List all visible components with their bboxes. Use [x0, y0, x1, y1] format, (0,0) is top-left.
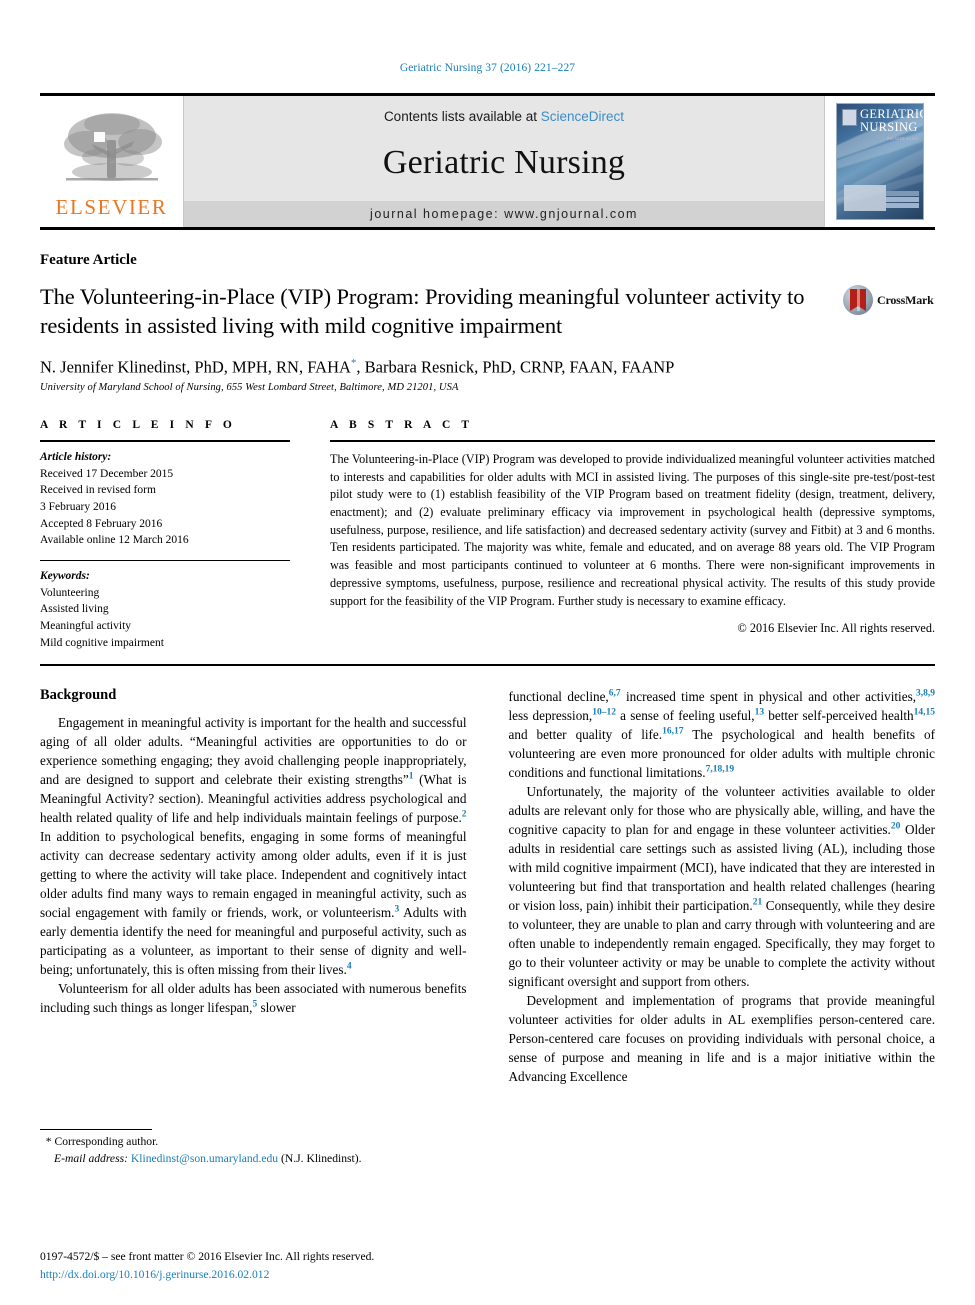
- crossmark-icon: [843, 285, 873, 315]
- abstract-text: The Volunteering-in-Place (VIP) Program …: [330, 452, 935, 608]
- history-line: Received 17 December 2015: [40, 467, 174, 480]
- article-history-label: Article history:: [40, 451, 112, 463]
- cover-subtitle: PREMIER AGING: [887, 137, 919, 141]
- email-label: E-mail address:: [54, 1151, 128, 1165]
- abstract-copyright: © 2016 Elsevier Inc. All rights reserved…: [737, 621, 935, 636]
- affiliation: University of Maryland School of Nursing…: [40, 382, 459, 393]
- body-paragraph: functional decline,6,7 increased time sp…: [508, 689, 936, 781]
- title-row: The Volunteering-in-Place (VIP) Program:…: [40, 282, 935, 341]
- body-paragraph: Unfortunately, the majority of the volun…: [508, 784, 936, 990]
- cover-title-line2: NURSING: [860, 119, 918, 134]
- crossmark-badge[interactable]: CrossMark: [843, 285, 935, 315]
- contents-prefix: Contents lists available at: [383, 109, 541, 124]
- reference-marker[interactable]: 14,15: [914, 708, 935, 718]
- corresponding-marker: *: [45, 1135, 52, 1149]
- abstract-column: A B S T R A C T The Volunteering-in-Plac…: [330, 419, 935, 651]
- body-column-left: Background Engagement in meaningful acti…: [40, 687, 467, 1167]
- journal-homepage-bar[interactable]: journal homepage: www.gnjournal.com: [184, 201, 824, 227]
- article-page: Geriatric Nursing 37 (2016) 221–227 ELSE…: [0, 0, 975, 1305]
- reference-marker[interactable]: 16,17: [662, 727, 683, 737]
- email-note: E-mail address: Klinedinst@son.umaryland…: [40, 1151, 467, 1167]
- history-line: Available online 12 March 2016: [40, 534, 189, 547]
- reference-marker[interactable]: 2: [462, 810, 467, 820]
- left-column-paragraphs: Engagement in meaningful activity is imp…: [40, 713, 467, 1017]
- journal-title: Geriatric Nursing: [382, 143, 626, 181]
- reference-marker[interactable]: 1: [409, 772, 414, 782]
- history-line: 3 February 2016: [40, 501, 117, 514]
- history-line: Received in revised form: [40, 484, 156, 497]
- body-paragraph: Volunteerism for all older adults has be…: [40, 981, 467, 1016]
- divider: [40, 560, 290, 562]
- cover-title: GERIATRIC NURSING: [860, 107, 924, 134]
- author-primary: N. Jennifer Klinedinst, PhD, MPH, RN, FA…: [40, 357, 351, 376]
- reference-marker[interactable]: 3: [394, 905, 399, 915]
- reference-marker[interactable]: 13: [755, 708, 765, 718]
- reference-marker[interactable]: 4: [347, 962, 352, 972]
- keyword-item: Meaningful activity: [40, 620, 132, 633]
- reference-marker[interactable]: 10–12: [592, 708, 616, 718]
- publisher-logo-cell: ELSEVIER: [40, 96, 183, 227]
- reference-marker[interactable]: 5: [252, 1000, 257, 1010]
- doi-link[interactable]: http://dx.doi.org/10.1016/j.gerinurse.20…: [40, 1266, 374, 1283]
- issn-line: 0197-4572/$ – see front matter © 2016 El…: [40, 1250, 375, 1264]
- article-history: Article history: Received 17 December 20…: [40, 449, 290, 549]
- section-heading-background: Background: [40, 687, 117, 704]
- article-info-heading: A R T I C L E I N F O: [40, 419, 236, 431]
- elsevier-logo: ELSEVIER: [52, 103, 172, 221]
- cover-title-line1: GERIATRIC: [860, 107, 924, 121]
- masthead-center: Contents lists available at ScienceDirec…: [183, 96, 825, 227]
- reference-marker[interactable]: 7,18,19: [706, 765, 735, 775]
- elsevier-wordmark: ELSEVIER: [55, 194, 168, 219]
- keywords-list: Keywords: Volunteering Assisted living M…: [40, 568, 290, 651]
- page-title: The Volunteering-in-Place (VIP) Program:…: [40, 284, 805, 339]
- article-info-column: A R T I C L E I N F O Article history: R…: [40, 419, 290, 651]
- author-secondary: , Barbara Resnick, PhD, CRNP, FAAN, FAAN…: [356, 357, 675, 376]
- reference-marker[interactable]: 3,8,9: [916, 689, 935, 699]
- corresponding-text: Corresponding author.: [54, 1135, 159, 1149]
- keyword-item: Volunteering: [40, 586, 100, 599]
- email-suffix: (N.J. Klinedinst).: [281, 1151, 362, 1165]
- author-list: N. Jennifer Klinedinst, PhD, MPH, RN, FA…: [40, 357, 935, 378]
- history-line: Accepted 8 February 2016: [40, 517, 163, 530]
- crossmark-label: CrossMark: [877, 292, 934, 307]
- body-column-right: functional decline,6,7 increased time sp…: [509, 687, 936, 1167]
- keywords-label: Keywords:: [40, 570, 90, 583]
- footnote-area: * Corresponding author. E-mail address: …: [40, 1129, 467, 1167]
- journal-cover-cell: GERIATRIC NURSING PREMIER AGING: [825, 96, 935, 227]
- body-columns: Background Engagement in meaningful acti…: [40, 687, 935, 1167]
- cover-publisher-mark: [842, 109, 857, 126]
- running-head: Geriatric Nursing 37 (2016) 221–227: [399, 62, 576, 74]
- abstract-heading: A B S T R A C T: [330, 419, 474, 431]
- reference-marker[interactable]: 20: [891, 822, 901, 832]
- cover-badge-group: [886, 191, 919, 211]
- divider: [40, 664, 935, 667]
- issn-doi-footer: 0197-4572/$ – see front matter © 2016 El…: [40, 1248, 374, 1283]
- body-paragraph: Engagement in meaningful activity is imp…: [40, 715, 467, 978]
- info-abstract-block: A R T I C L E I N F O Article history: R…: [40, 419, 935, 651]
- cover-abstract-panel: [844, 185, 886, 211]
- corresponding-author-note: * Corresponding author.: [40, 1134, 467, 1150]
- journal-cover-thumbnail: GERIATRIC NURSING PREMIER AGING: [836, 103, 924, 220]
- divider: [40, 440, 290, 442]
- divider: [330, 440, 935, 442]
- email-link[interactable]: Klinedinst@son.umaryland.edu: [131, 1152, 278, 1165]
- article-type-kicker: Feature Article: [40, 252, 137, 268]
- contents-lists-line: Contents lists available at ScienceDirec…: [384, 109, 624, 124]
- keyword-item: Assisted living: [40, 603, 109, 616]
- keyword-item: Mild cognitive impairment: [40, 636, 164, 649]
- reference-marker[interactable]: 6,7: [609, 689, 621, 699]
- reference-marker[interactable]: 21: [753, 898, 763, 908]
- right-column-paragraphs: functional decline,6,7 increased time sp…: [509, 687, 936, 1086]
- journal-masthead: ELSEVIER Contents lists available at Sci…: [40, 93, 935, 230]
- footnote-rule: [40, 1129, 152, 1131]
- body-paragraph: Development and implementation of progra…: [508, 993, 936, 1085]
- elsevier-tree-icon: [58, 110, 166, 196]
- sciencedirect-link[interactable]: ScienceDirect: [541, 109, 624, 124]
